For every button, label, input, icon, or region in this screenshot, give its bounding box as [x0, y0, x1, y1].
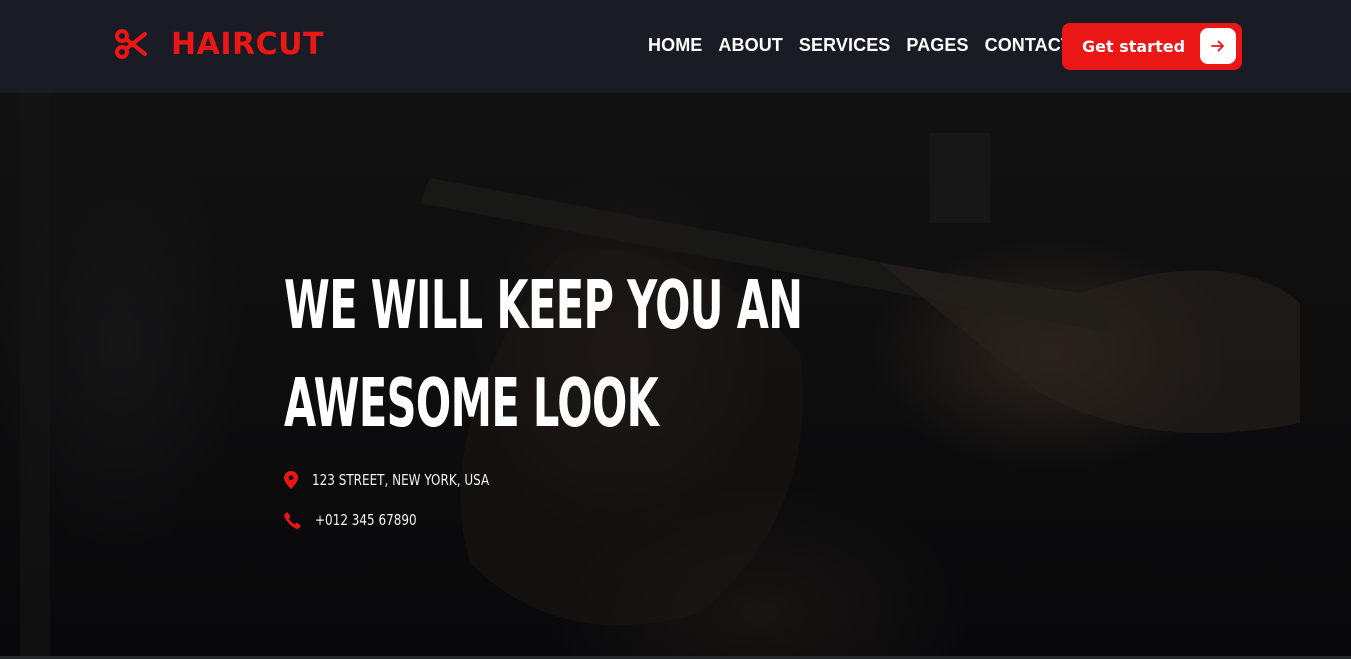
nav-item-contact[interactable]: CONTACT	[985, 35, 1072, 56]
nav-item-about[interactable]: ABOUT	[718, 35, 783, 56]
nav-item-services[interactable]: SERVICES	[799, 35, 891, 56]
get-started-label: Get started	[1082, 37, 1186, 56]
navbar: HAIRCUT HOME ABOUT SERVICES PAGES CONTAC…	[0, 0, 1351, 93]
hero-headline-line-2: AWESOME LOOK	[284, 364, 659, 442]
phone-row: +012 345 67890	[284, 509, 442, 531]
address-text: 123 STREET, NEW YORK, USA	[312, 471, 490, 489]
brand-logo[interactable]: HAIRCUT	[115, 22, 324, 66]
brand-name: HAIRCUT	[171, 26, 324, 62]
get-started-button[interactable]: Get started	[1062, 23, 1242, 70]
nav-item-pages[interactable]: PAGES	[906, 35, 968, 56]
map-marker-icon	[284, 471, 298, 489]
hero-headline: WE WILL KEEP YOU AN AWESOME LOOK	[284, 256, 803, 452]
phone-icon	[284, 511, 301, 529]
phone-text: +012 345 67890	[315, 511, 417, 529]
address-row: 123 STREET, NEW YORK, USA	[284, 469, 533, 491]
main-nav: HOME ABOUT SERVICES PAGES CONTACT	[648, 32, 1072, 58]
scissors-icon	[115, 29, 147, 59]
nav-item-home[interactable]: HOME	[648, 35, 702, 56]
hero-headline-line-1: WE WILL KEEP YOU AN	[284, 266, 803, 344]
arrow-right-icon	[1200, 28, 1236, 64]
